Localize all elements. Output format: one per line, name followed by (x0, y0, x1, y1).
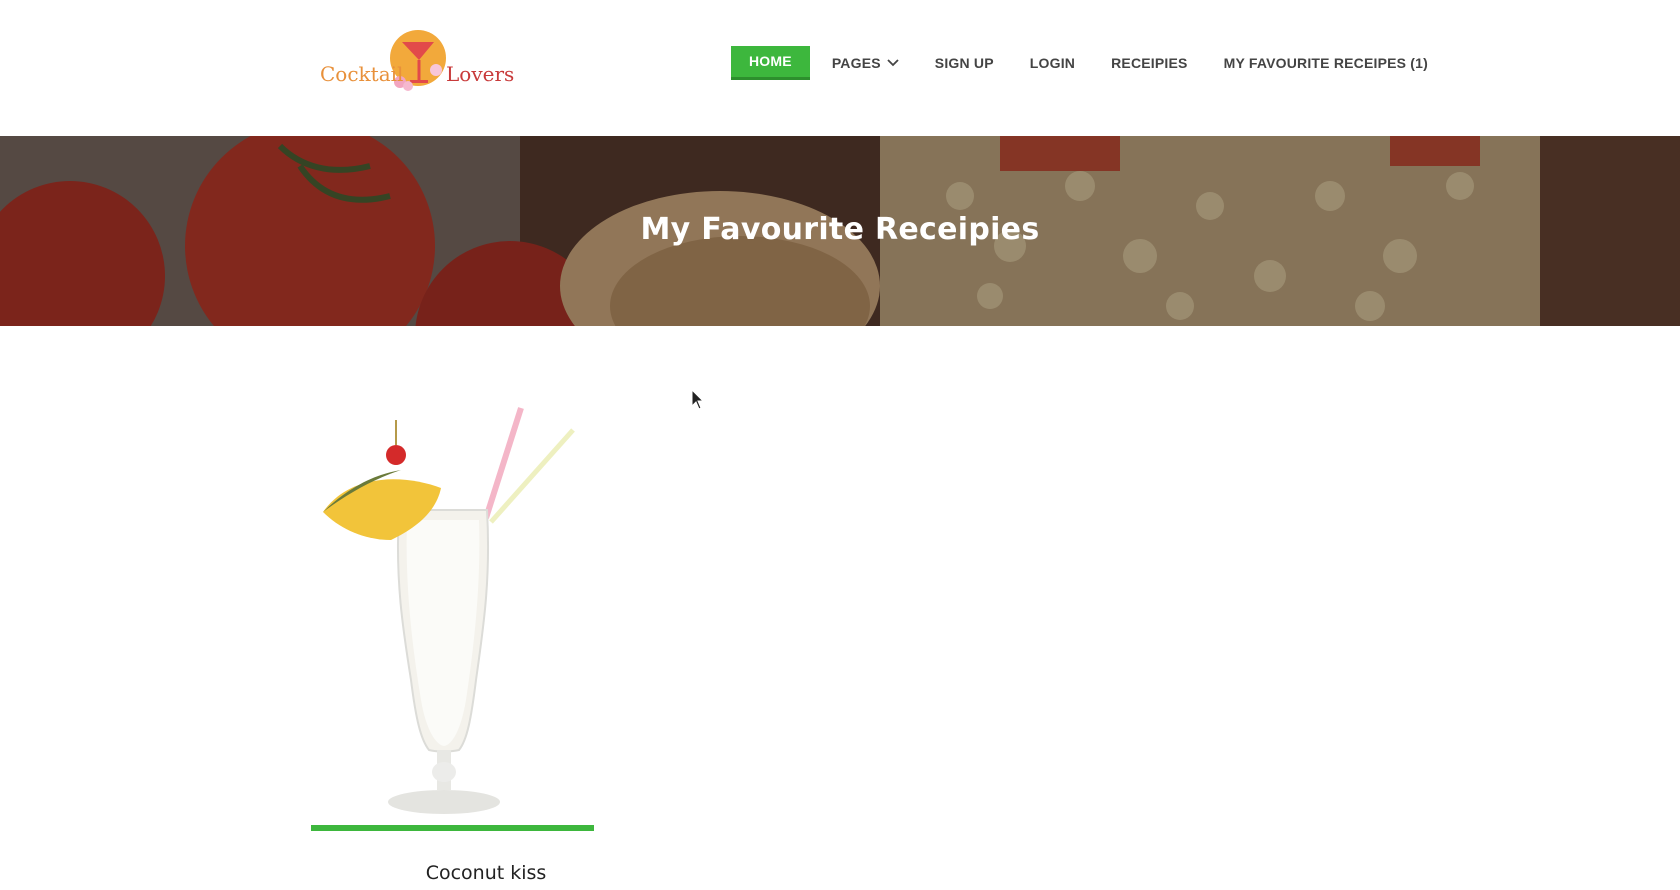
nav-sign-up[interactable]: SIGN UP (917, 46, 1012, 80)
site-logo[interactable]: Cocktail Lovers (318, 30, 514, 98)
nav-pages[interactable]: PAGES (814, 46, 917, 80)
mouse-cursor-icon (691, 389, 705, 410)
nav-my-favourite-receipes[interactable]: MY FAVOURITE RECEIPES (1) (1206, 46, 1446, 80)
page-banner: My Favourite Receipies (0, 136, 1680, 326)
recipe-title[interactable]: Coconut kiss (311, 862, 661, 884)
nav-home[interactable]: HOME (731, 46, 810, 80)
nav-login[interactable]: LOGIN (1012, 46, 1093, 80)
favourite-recipe-card[interactable]: Coconut kiss (311, 400, 594, 884)
main-nav: HOME PAGES SIGN UP LOGIN RECEIPIES MY FA… (731, 46, 1446, 80)
nav-receipies[interactable]: RECEIPIES (1093, 46, 1206, 80)
cocktail-glass-image[interactable] (311, 400, 594, 831)
chevron-down-icon (887, 59, 899, 67)
coconut-kiss-image (311, 400, 594, 828)
logo-text-lovers: Lovers (446, 62, 515, 86)
logo-text-cocktail: Cocktail (320, 62, 404, 86)
nav-pages-label: PAGES (831, 55, 881, 71)
page-title: My Favourite Receipies (640, 212, 1040, 247)
site-header: Cocktail Lovers HOME PAGES SIGN UP LOGIN… (0, 0, 1680, 136)
